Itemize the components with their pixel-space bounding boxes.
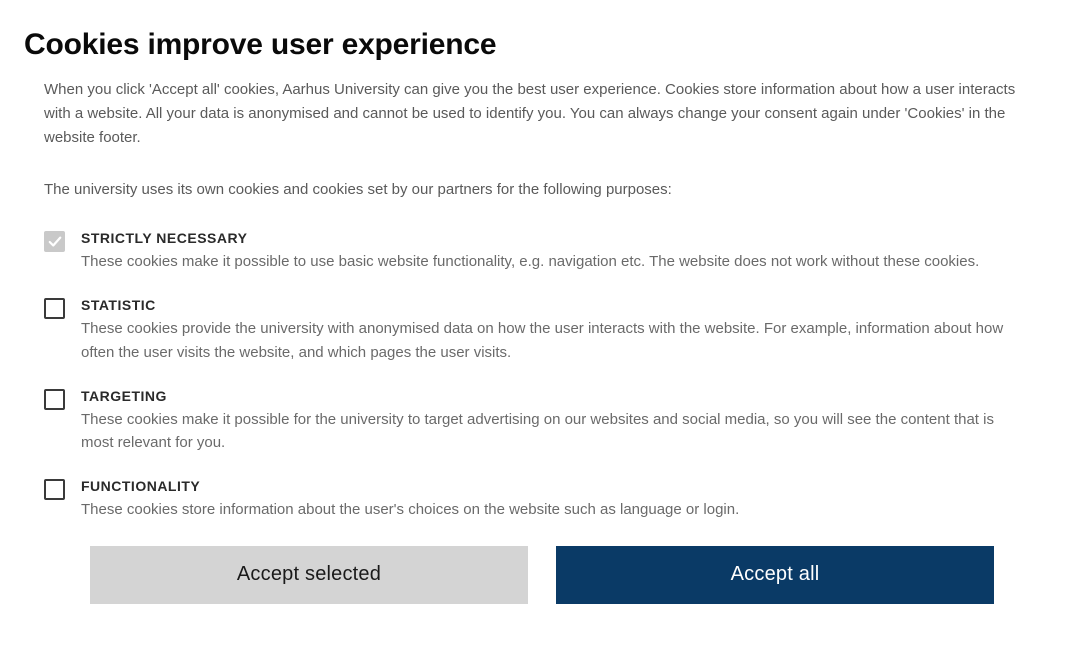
category-title: STATISTIC	[81, 297, 1018, 313]
category-title: STRICTLY NECESSARY	[81, 230, 1018, 246]
category-desc: These cookies make it possible for the u…	[81, 408, 1018, 455]
accept-selected-button[interactable]: Accept selected	[90, 546, 528, 604]
category-desc: These cookies store information about th…	[81, 498, 1018, 521]
checkbox-targeting[interactable]	[44, 389, 65, 410]
category-title: TARGETING	[81, 388, 1018, 404]
category-body: TARGETING These cookies make it possible…	[81, 388, 1018, 455]
category-body: STRICTLY NECESSARY These cookies make it…	[81, 230, 1018, 273]
dialog-intro: When you click 'Accept all' cookies, Aar…	[44, 78, 1018, 150]
checkmark-icon	[48, 235, 62, 249]
cookie-consent-dialog: Cookies improve user experience When you…	[0, 0, 1066, 604]
checkbox-statistic[interactable]	[44, 298, 65, 319]
checkbox-functionality[interactable]	[44, 479, 65, 500]
cookie-categories: STRICTLY NECESSARY These cookies make it…	[44, 230, 1018, 522]
category-desc: These cookies provide the university wit…	[81, 317, 1018, 364]
dialog-title: Cookies improve user experience	[24, 28, 1042, 62]
accept-all-button[interactable]: Accept all	[556, 546, 994, 604]
category-targeting: TARGETING These cookies make it possible…	[44, 388, 1018, 455]
category-strictly-necessary: STRICTLY NECESSARY These cookies make it…	[44, 230, 1018, 273]
checkbox-strictly-necessary	[44, 231, 65, 252]
category-statistic: STATISTIC These cookies provide the univ…	[44, 297, 1018, 364]
dialog-subintro: The university uses its own cookies and …	[44, 178, 1042, 202]
dialog-actions: Accept selected Accept all	[24, 546, 1042, 604]
category-body: FUNCTIONALITY These cookies store inform…	[81, 478, 1018, 521]
category-desc: These cookies make it possible to use ba…	[81, 250, 1018, 273]
category-body: STATISTIC These cookies provide the univ…	[81, 297, 1018, 364]
category-title: FUNCTIONALITY	[81, 478, 1018, 494]
category-functionality: FUNCTIONALITY These cookies store inform…	[44, 478, 1018, 521]
